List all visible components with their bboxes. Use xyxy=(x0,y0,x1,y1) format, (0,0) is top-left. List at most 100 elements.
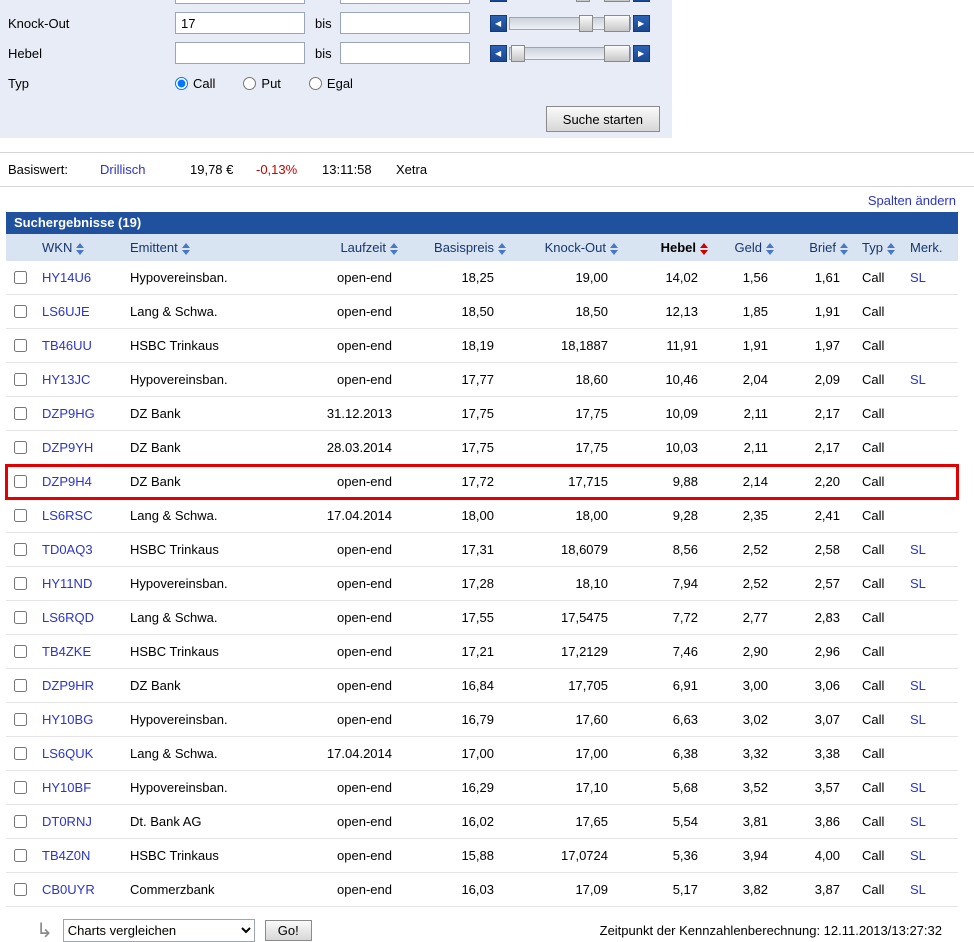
row-checkbox[interactable] xyxy=(14,611,27,624)
radio-input[interactable] xyxy=(243,77,256,90)
sort-icon[interactable] xyxy=(840,243,848,255)
row-checkbox[interactable] xyxy=(14,509,27,522)
go-button[interactable]: Go! xyxy=(265,920,312,941)
sl-link[interactable]: SL xyxy=(910,780,926,795)
col-header-hebel[interactable]: Hebel xyxy=(620,234,710,261)
hebel-from-input[interactable] xyxy=(175,42,305,64)
wkn-link[interactable]: DZP9H4 xyxy=(42,474,92,489)
col-header-basispreis[interactable]: Basispreis xyxy=(400,234,508,261)
slider-left-arrow-icon[interactable]: ◀ xyxy=(490,45,507,62)
typ-cell: Call xyxy=(850,261,902,295)
wkn-link[interactable]: HY13JC xyxy=(42,372,90,387)
knockout-from-input[interactable] xyxy=(175,12,305,34)
range-to-input[interactable] xyxy=(340,0,470,4)
row-checkbox[interactable] xyxy=(14,577,27,590)
sl-link[interactable]: SL xyxy=(910,712,926,727)
slider-handle[interactable] xyxy=(604,0,630,2)
wkn-link[interactable]: LS6RQD xyxy=(42,610,94,625)
slider-right-arrow-icon[interactable]: ▶ xyxy=(633,0,650,2)
row-checkbox[interactable] xyxy=(14,339,27,352)
sl-link[interactable]: SL xyxy=(910,814,926,829)
slider-left-arrow-icon[interactable]: ◀ xyxy=(490,0,507,2)
wkn-link[interactable]: DT0RNJ xyxy=(42,814,92,829)
row-checkbox[interactable] xyxy=(14,305,27,318)
slider-track[interactable] xyxy=(509,17,631,30)
row-checkbox[interactable] xyxy=(14,475,27,488)
emittent-cell: DZ Bank xyxy=(112,397,280,431)
row-checkbox[interactable] xyxy=(14,815,27,828)
col-header-knockout[interactable]: Knock-Out xyxy=(508,234,620,261)
charts-dropdown[interactable]: Charts vergleichen xyxy=(63,919,255,942)
row-checkbox[interactable] xyxy=(14,849,27,862)
row-checkbox[interactable] xyxy=(14,407,27,420)
typ-radio-put[interactable]: Put xyxy=(243,76,281,91)
sort-icon[interactable] xyxy=(610,243,618,255)
col-header-typ[interactable]: Typ xyxy=(850,234,902,261)
emittent-cell: Hypovereinsban. xyxy=(112,261,280,295)
wkn-link[interactable]: TD0AQ3 xyxy=(42,542,93,557)
knockout-to-input[interactable] xyxy=(340,12,470,34)
row-checkbox[interactable] xyxy=(14,441,27,454)
slider-handle[interactable] xyxy=(579,15,593,32)
col-header-emittent[interactable]: Emittent xyxy=(112,234,280,261)
row-checkbox[interactable] xyxy=(14,373,27,386)
sl-link[interactable]: SL xyxy=(910,678,926,693)
sort-icon[interactable] xyxy=(887,243,895,255)
slider-track[interactable] xyxy=(509,47,631,60)
spalten-aendern-link[interactable]: Spalten ändern xyxy=(868,193,956,208)
wkn-link[interactable]: HY14U6 xyxy=(42,270,91,285)
sort-icon[interactable] xyxy=(498,243,506,255)
slider-handle[interactable] xyxy=(576,0,590,2)
wkn-link[interactable]: LS6QUK xyxy=(42,746,93,761)
wkn-link[interactable]: HY11ND xyxy=(42,576,92,591)
sl-link[interactable]: SL xyxy=(910,542,926,557)
sl-link[interactable]: SL xyxy=(910,270,926,285)
row-checkbox[interactable] xyxy=(14,645,27,658)
slider-handle[interactable] xyxy=(604,45,630,62)
col-header-brief[interactable]: Brief xyxy=(776,234,850,261)
wkn-link[interactable]: TB46UU xyxy=(42,338,92,353)
slider-handle[interactable] xyxy=(511,45,525,62)
wkn-link[interactable]: DZP9HG xyxy=(42,406,95,421)
typ-radio-call[interactable]: Call xyxy=(175,76,215,91)
wkn-link[interactable]: TB4ZKE xyxy=(42,644,91,659)
wkn-link[interactable]: DZP9HR xyxy=(42,678,94,693)
col-header-geld[interactable]: Geld xyxy=(710,234,776,261)
typ-radio-egal[interactable]: Egal xyxy=(309,76,353,91)
row-checkbox[interactable] xyxy=(14,781,27,794)
radio-input[interactable] xyxy=(309,77,322,90)
col-header-wkn[interactable]: WKN xyxy=(34,234,112,261)
wkn-link[interactable]: HY10BF xyxy=(42,780,91,795)
basiswert-link[interactable]: Drillisch xyxy=(100,162,190,177)
row-checkbox[interactable] xyxy=(14,713,27,726)
range-from-input[interactable] xyxy=(175,0,305,4)
sl-link[interactable]: SL xyxy=(910,882,926,897)
slider-right-arrow-icon[interactable]: ▶ xyxy=(633,45,650,62)
col-header-laufzeit[interactable]: Laufzeit xyxy=(280,234,400,261)
sort-icon[interactable] xyxy=(766,243,774,255)
wkn-link[interactable]: TB4Z0N xyxy=(42,848,90,863)
slider-right-arrow-icon[interactable]: ▶ xyxy=(633,15,650,32)
wkn-link[interactable]: LS6UJE xyxy=(42,304,90,319)
slider-left-arrow-icon[interactable]: ◀ xyxy=(490,15,507,32)
row-checkbox[interactable] xyxy=(14,883,27,896)
sl-link[interactable]: SL xyxy=(910,576,926,591)
wkn-link[interactable]: LS6RSC xyxy=(42,508,93,523)
wkn-link[interactable]: CB0UYR xyxy=(42,882,95,897)
hebel-to-input[interactable] xyxy=(340,42,470,64)
row-checkbox[interactable] xyxy=(14,543,27,556)
radio-input[interactable] xyxy=(175,77,188,90)
sl-link[interactable]: SL xyxy=(910,848,926,863)
sort-icon[interactable] xyxy=(390,243,398,255)
sort-icon[interactable] xyxy=(76,243,84,255)
wkn-link[interactable]: HY10BG xyxy=(42,712,93,727)
sort-icon-active[interactable] xyxy=(700,243,708,255)
search-button[interactable]: Suche starten xyxy=(546,106,660,132)
row-checkbox[interactable] xyxy=(14,747,27,760)
slider-handle[interactable] xyxy=(604,15,630,32)
sl-link[interactable]: SL xyxy=(910,372,926,387)
wkn-link[interactable]: DZP9YH xyxy=(42,440,93,455)
row-checkbox[interactable] xyxy=(14,679,27,692)
row-checkbox[interactable] xyxy=(14,271,27,284)
sort-icon[interactable] xyxy=(182,243,190,255)
